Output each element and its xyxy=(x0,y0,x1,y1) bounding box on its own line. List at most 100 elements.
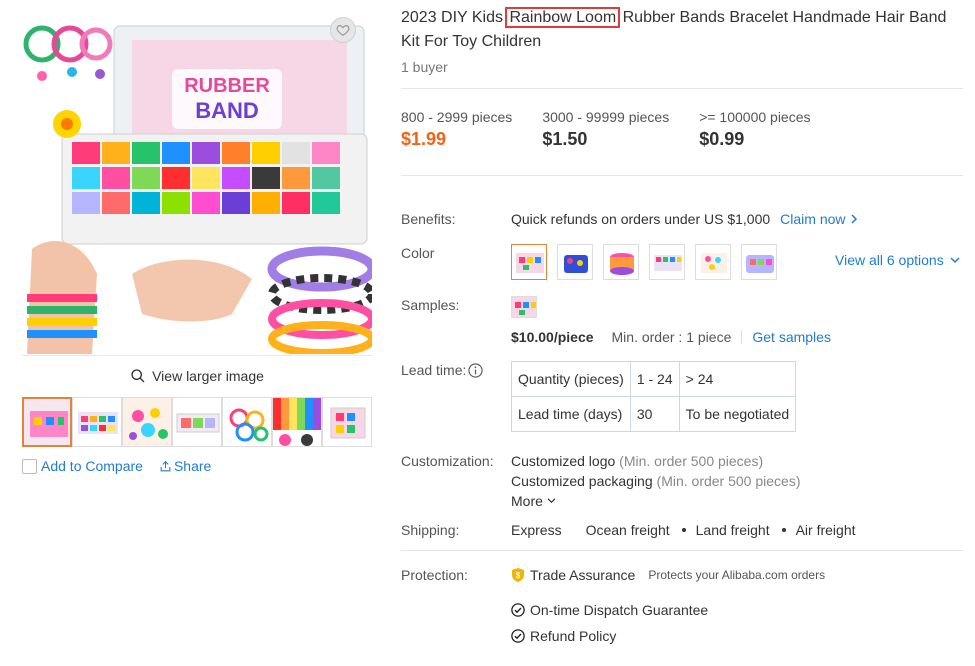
thumbnail-6[interactable] xyxy=(272,397,322,447)
sample-min-order: Min. order : 1 piece xyxy=(611,329,732,345)
title-highlight: Rainbow Loom xyxy=(505,7,621,28)
shipping-label: Shipping: xyxy=(401,522,460,538)
dispatch-guarantee-label: On-time Dispatch Guarantee xyxy=(530,602,709,618)
trade-assurance-note: Protects your Alibaba.com orders xyxy=(648,568,826,582)
view-larger-image-button[interactable]: View larger image xyxy=(22,366,372,386)
check-circle-icon xyxy=(511,629,525,643)
tier-qty: 800 - 2999 pieces xyxy=(401,109,513,125)
thumbnail-7[interactable] xyxy=(322,397,372,447)
main-product-image[interactable]: RUBBER BAND xyxy=(22,14,372,354)
search-icon xyxy=(131,369,145,383)
lead-time-label: Lead time: xyxy=(401,362,467,378)
more-label: More xyxy=(511,493,543,509)
refund-policy-row: Refund Policy xyxy=(511,628,616,644)
shipping-method: Ocean freight xyxy=(585,522,670,538)
shipping-method: Air freight xyxy=(795,522,856,538)
color-label: Color xyxy=(401,245,435,261)
view-all-label: View all 6 options xyxy=(835,252,944,268)
table-row: Lead time (days) 30 To be negotiated xyxy=(511,396,797,432)
divider-shipping xyxy=(401,550,963,551)
color-option-4[interactable] xyxy=(649,244,685,280)
protection-label: Protection: xyxy=(401,567,468,583)
sample-thumbnail[interactable] xyxy=(511,296,537,318)
table-cell: > 24 xyxy=(678,361,797,397)
trade-assurance-row[interactable]: $ Trade Assurance Protects your Alibaba.… xyxy=(511,567,825,583)
customization-name: Customized packaging xyxy=(511,473,653,489)
color-swatches xyxy=(511,244,787,280)
thumbnail-3[interactable] xyxy=(122,397,172,447)
get-samples-link[interactable]: Get samples xyxy=(752,329,831,345)
box-label-rubber: RUBBER xyxy=(184,75,270,97)
compare-share-row: Add to Compare Share xyxy=(22,458,211,474)
shipping-method: Land freight xyxy=(695,522,770,538)
add-to-compare-checkbox[interactable] xyxy=(22,458,37,474)
sample-separator xyxy=(741,330,743,344)
add-to-compare-link[interactable]: Add to Compare xyxy=(41,458,143,474)
table-cell: 1 - 24 xyxy=(629,361,680,397)
share-label: Share xyxy=(173,458,212,474)
benefit-text: Quick refunds on orders under US $1,000 xyxy=(511,211,771,227)
chevron-down-icon xyxy=(950,256,960,263)
view-larger-label: View larger image xyxy=(152,368,264,384)
dispatch-guarantee-row: On-time Dispatch Guarantee xyxy=(511,602,708,618)
tier-qty: >= 100000 pieces xyxy=(699,109,811,125)
refund-policy-label: Refund Policy xyxy=(530,628,617,644)
tier-price: $1.50 xyxy=(542,129,588,149)
table-row: Quantity (pieces) 1 - 24 > 24 xyxy=(511,361,797,397)
heart-icon xyxy=(336,25,350,36)
claim-now-link[interactable]: Claim now xyxy=(780,211,857,227)
color-option-5[interactable] xyxy=(695,244,731,280)
shipping-methods: Express Ocean freight Land freight Air f… xyxy=(511,522,880,538)
product-title: 2023 DIY Kids Rainbow Loom Rubber Bands … xyxy=(401,6,961,54)
thumbnail-1[interactable] xyxy=(22,397,72,447)
divider-price xyxy=(401,175,963,176)
customization-item: Customized logo (Min. order 500 pieces) xyxy=(511,453,763,469)
color-option-3[interactable] xyxy=(603,244,639,280)
box-label-band: BAND xyxy=(195,98,259,123)
svg-text:$: $ xyxy=(516,571,521,580)
customization-label: Customization: xyxy=(401,453,494,469)
color-option-6[interactable] xyxy=(741,244,777,280)
check-circle-icon xyxy=(511,603,525,617)
thumbnail-strip xyxy=(22,397,372,447)
lead-time-label-row: Lead time: xyxy=(401,362,483,378)
share-button[interactable]: Share xyxy=(159,458,211,474)
chevron-right-icon xyxy=(850,214,857,224)
claim-now-label: Claim now xyxy=(780,211,846,227)
table-cell: 30 xyxy=(629,396,680,432)
tier-price: $1.99 xyxy=(401,129,447,149)
table-cell: To be negotiated xyxy=(678,396,797,432)
bullet-dot xyxy=(781,528,786,532)
customization-name: Customized logo xyxy=(511,453,616,469)
more-customization-button[interactable]: More xyxy=(511,493,556,509)
customization-note: (Min. order 500 pieces) xyxy=(619,453,764,469)
price-tier-1: 800 - 2999 pieces $1.99 xyxy=(401,109,512,150)
share-icon xyxy=(160,460,171,471)
title-text-before: 2023 DIY Kids xyxy=(401,9,508,26)
buyers-count: 1 buyer xyxy=(401,59,448,75)
thumbnail-5[interactable] xyxy=(222,397,272,447)
divider-top xyxy=(401,88,963,89)
bullet-dot xyxy=(681,528,686,532)
benefit-row: Quick refunds on orders under US $1,000 … xyxy=(511,211,858,227)
customization-item: Customized packaging (Min. order 500 pie… xyxy=(511,473,800,489)
price-tier-2: 3000 - 99999 pieces $1.50 xyxy=(542,109,669,150)
table-cell: Quantity (pieces) xyxy=(511,361,631,397)
customization-note: (Min. order 500 pieces) xyxy=(656,473,801,489)
view-all-options-link[interactable]: View all 6 options xyxy=(835,252,960,268)
chevron-down-icon xyxy=(547,498,556,504)
thumbnail-2[interactable] xyxy=(72,397,122,447)
tier-price: $0.99 xyxy=(699,129,745,149)
shipping-method: Express xyxy=(511,522,562,538)
color-option-1[interactable] xyxy=(511,244,547,280)
sample-price: $10.00/piece xyxy=(511,329,594,345)
benefits-label: Benefits: xyxy=(401,211,456,227)
price-tiers: 800 - 2999 pieces $1.99 3000 - 99999 pie… xyxy=(401,109,841,150)
table-cell: Lead time (days) xyxy=(511,396,631,432)
info-icon[interactable] xyxy=(468,362,483,378)
favorite-button[interactable] xyxy=(330,17,356,43)
color-option-2[interactable] xyxy=(557,244,593,280)
lead-time-table: Quantity (pieces) 1 - 24 > 24 Lead time … xyxy=(511,361,797,432)
tier-qty: 3000 - 99999 pieces xyxy=(542,109,670,125)
thumbnail-4[interactable] xyxy=(172,397,222,447)
